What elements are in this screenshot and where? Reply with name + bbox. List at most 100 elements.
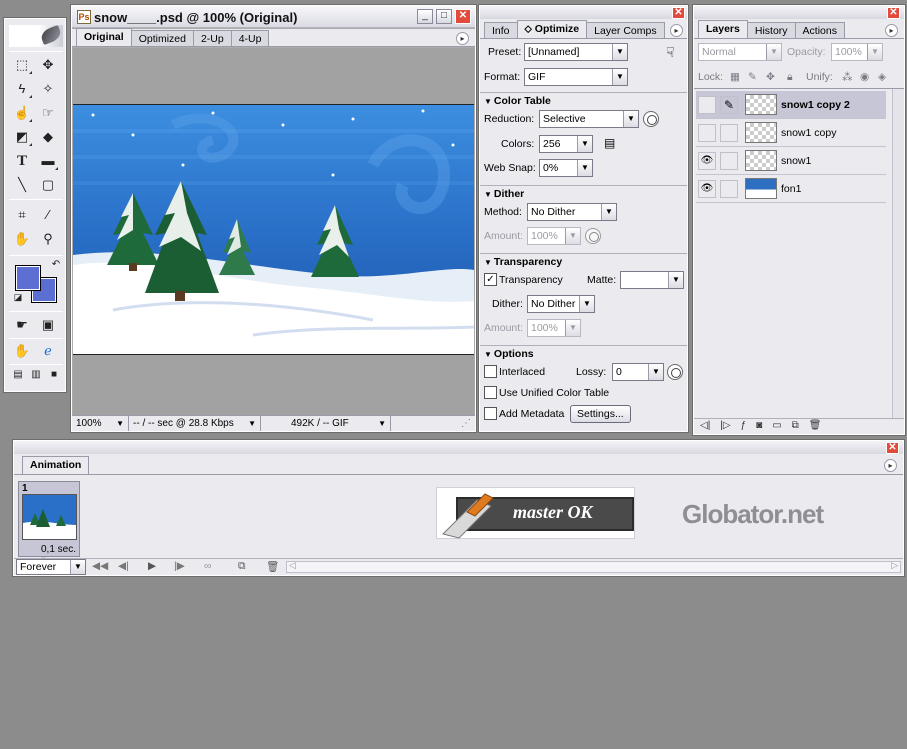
- adobe-feather-logo[interactable]: [9, 25, 63, 47]
- optimize-menu-arrow-icon[interactable]: ▸: [670, 24, 683, 37]
- web-snap-select[interactable]: 0% ▼: [539, 159, 593, 177]
- swap-colors-icon[interactable]: ↶: [45, 255, 67, 275]
- document-titlebar[interactable]: Ps snow____.psd @ 100% (Original) _ □ ✕: [72, 6, 475, 28]
- crop-tool-icon[interactable]: ⌗: [11, 205, 33, 225]
- settings-button[interactable]: Settings...: [570, 405, 631, 423]
- layers-titlebar[interactable]: [694, 6, 904, 19]
- eraser-tool-icon[interactable]: ◩: [11, 127, 33, 147]
- eye-icon[interactable]: 👁︎: [698, 152, 716, 170]
- dither-method-select[interactable]: No Dither ▼: [527, 203, 617, 221]
- layer-row[interactable]: snow1 copy: [696, 119, 886, 147]
- layer-style-icon[interactable]: ƒ: [741, 420, 747, 433]
- tab-layer-comps[interactable]: Layer Comps: [586, 22, 665, 38]
- trash-icon[interactable]: 🗑︎: [809, 420, 822, 433]
- new-layer-set-icon[interactable]: ▭: [772, 420, 781, 433]
- animation-frame[interactable]: 1 0,1 sec. ▾: [18, 481, 80, 566]
- line-tool-icon[interactable]: ╲: [11, 175, 33, 195]
- toggle-slices-icon[interactable]: ☛: [11, 315, 33, 335]
- matte-select[interactable]: ▼: [620, 271, 684, 289]
- optimize-menu-icon[interactable]: ☟: [666, 44, 675, 61]
- layer-link-toggle[interactable]: [720, 124, 738, 142]
- resize-grip-icon[interactable]: ⋰: [457, 416, 475, 431]
- format-select[interactable]: GIF ▼: [524, 68, 628, 86]
- loop-select[interactable]: Forever ▼: [16, 559, 86, 575]
- tab-actions[interactable]: Actions: [794, 22, 845, 38]
- layer-row[interactable]: ✎ snow1 copy 2: [696, 91, 886, 119]
- tab-original[interactable]: Original: [76, 28, 132, 46]
- close-animation-panel-button[interactable]: ✕: [886, 442, 899, 454]
- layer-mask-icon[interactable]: ◙: [756, 420, 762, 433]
- magic-wand-tool-icon[interactable]: ✧: [37, 79, 59, 99]
- layer-visibility-toggle[interactable]: [698, 96, 716, 114]
- colors-select[interactable]: 256 ▼: [539, 135, 593, 153]
- color-table-file-icon[interactable]: ▤: [604, 136, 615, 150]
- new-layer-icon[interactable]: ⧉: [792, 420, 799, 433]
- preview-browser-icon[interactable]: ℯ: [37, 341, 59, 361]
- eyedropper-tool-icon[interactable]: ⁄: [37, 205, 59, 225]
- lossy-circle-icon[interactable]: [667, 364, 683, 380]
- layer-row[interactable]: 👁︎ fon1: [696, 175, 886, 203]
- animation-menu-arrow-icon[interactable]: ▸: [884, 459, 897, 472]
- image-canvas[interactable]: [73, 104, 474, 355]
- next-frame-icon[interactable]: |▶: [174, 560, 185, 572]
- previous-frame-icon[interactable]: ◀|: [118, 560, 129, 572]
- foreground-color-swatch[interactable]: [15, 265, 41, 291]
- layers-scrollbar[interactable]: [892, 89, 904, 418]
- slice-tool-icon[interactable]: ☝: [11, 103, 33, 123]
- download-time-select[interactable]: -- / -- sec @ 28.8 Kbps ▼: [129, 416, 261, 431]
- tween-icon[interactable]: ∞: [204, 560, 212, 572]
- layer-row[interactable]: 👁︎ snow1: [696, 147, 886, 175]
- add-metadata-checkbox[interactable]: [484, 407, 497, 420]
- move-tool-icon[interactable]: ✥: [37, 55, 59, 75]
- rectangle-tool-icon[interactable]: ▬: [37, 151, 59, 171]
- lock-transparent-icon[interactable]: ▦: [730, 71, 740, 83]
- reduction-select[interactable]: Selective ▼: [539, 110, 639, 128]
- tab-layers[interactable]: Layers: [698, 20, 748, 38]
- duplicate-frame-icon[interactable]: ⧉: [238, 560, 246, 573]
- lock-all-icon[interactable]: 🔒︎: [787, 71, 793, 84]
- canvas-area[interactable]: [73, 48, 474, 416]
- first-frame-icon[interactable]: ◀◀: [92, 560, 108, 572]
- scroll-left-icon[interactable]: ◁: [289, 560, 296, 571]
- color-table-section[interactable]: ▼ Color Table: [480, 92, 687, 108]
- preset-select[interactable]: [Unnamed] ▼: [524, 43, 628, 61]
- transparency-section[interactable]: ▼ Transparency: [480, 253, 687, 269]
- trash-icon[interactable]: 🗑︎: [266, 560, 279, 573]
- maximize-button[interactable]: □: [436, 9, 452, 24]
- close-document-button[interactable]: ✕: [455, 9, 471, 24]
- eye-icon[interactable]: 👁︎: [698, 180, 716, 198]
- close-layers-panel-button[interactable]: ✕: [887, 7, 900, 19]
- file-info-select[interactable]: 492K / -- GIF ▼: [261, 416, 391, 431]
- minimize-button[interactable]: _: [417, 9, 433, 24]
- reduction-circle-icon[interactable]: [643, 111, 659, 127]
- interlaced-checkbox[interactable]: [484, 365, 497, 378]
- unified-color-table-checkbox[interactable]: [484, 386, 497, 399]
- dither-section[interactable]: ▼ Dither: [480, 185, 687, 201]
- zoom-select[interactable]: 100% ▼: [72, 416, 129, 431]
- unify-position-icon[interactable]: ⁂: [842, 71, 853, 83]
- optimize-titlebar[interactable]: [480, 6, 687, 19]
- full-screen-mode-icon[interactable]: ■: [43, 365, 65, 385]
- transparency-dither-select[interactable]: No Dither ▼: [527, 295, 595, 313]
- toggle-slice-visibility-icon[interactable]: ▣: [37, 315, 59, 335]
- rounded-rectangle-tool-icon[interactable]: ▢: [37, 175, 59, 195]
- lasso-tool-icon[interactable]: ϟ: [11, 79, 33, 99]
- hand-tool-icon[interactable]: ✋: [11, 229, 33, 249]
- layer-link-toggle[interactable]: [720, 152, 738, 170]
- previous-frame-icon[interactable]: ◁|: [700, 420, 710, 433]
- lossy-select[interactable]: 0 ▼: [612, 363, 664, 381]
- tab-optimized[interactable]: Optimized: [130, 30, 194, 46]
- tab-animation[interactable]: Animation: [22, 456, 90, 474]
- animation-titlebar[interactable]: [14, 441, 903, 454]
- document-menu-arrow-icon[interactable]: ▸: [456, 32, 469, 45]
- tab-history[interactable]: History: [746, 22, 796, 38]
- close-optimize-panel-button[interactable]: ✕: [672, 7, 685, 19]
- lock-position-icon[interactable]: ✥: [766, 71, 775, 83]
- type-tool-icon[interactable]: T: [11, 151, 33, 171]
- unify-style-icon[interactable]: ◈: [878, 71, 886, 83]
- layer-visibility-toggle[interactable]: [698, 124, 716, 142]
- next-frame-icon[interactable]: |▷: [720, 420, 730, 433]
- play-icon[interactable]: ▶: [148, 560, 156, 572]
- layer-link-toggle[interactable]: [720, 180, 738, 198]
- options-section[interactable]: ▼ Options: [480, 345, 687, 361]
